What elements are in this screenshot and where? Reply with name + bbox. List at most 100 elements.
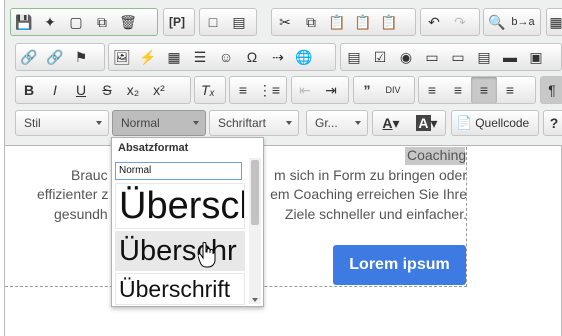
paragraph-line-1-left: Brauc: [71, 167, 108, 183]
chevron-down-icon: [193, 121, 199, 125]
paste-word-icon[interactable]: 📋: [376, 9, 402, 35]
checkbox-icon[interactable]: ☑: [367, 44, 393, 70]
toolbar-row-1: 💾 ✦ ▢ ⧉ 🗑 [P] □ ▤ ✂ ⧉ 📋 📋 📋 ↶ ↷ 🔍 b→a ▦: [5, 8, 562, 38]
align-left-icon[interactable]: ≡: [419, 77, 445, 103]
scroll-down-arrow-icon[interactable]: [252, 298, 258, 302]
paragraph-format-dropdown: Absatzformat Normal Übersch Überschr Übe…: [111, 137, 264, 307]
flash-icon[interactable]: ⚡: [135, 44, 161, 70]
chevron-down-icon: [96, 121, 102, 125]
select-all-icon[interactable]: ▦: [547, 9, 562, 35]
omega-icon[interactable]: Ω: [239, 44, 265, 70]
textfield-icon[interactable]: ▭: [419, 44, 445, 70]
size-combo[interactable]: Gr...: [306, 110, 368, 136]
preview-p-icon[interactable]: [P]: [164, 9, 190, 35]
find-icon[interactable]: 🔍: [484, 9, 510, 35]
lorem-ipsum-button[interactable]: Lorem ipsum: [333, 245, 466, 285]
hidden-field-icon[interactable]: ▣: [523, 44, 549, 70]
italic-icon[interactable]: I: [42, 77, 68, 103]
anchor-flag-icon[interactable]: ⚑: [68, 44, 94, 70]
redo-icon[interactable]: ↷: [447, 9, 473, 35]
basic-style-group: B I U S x₂ x²: [15, 76, 191, 104]
dropdown-scrollbar[interactable]: [249, 158, 261, 304]
find-group: 🔍 b→a: [483, 8, 541, 36]
select-icon[interactable]: ▤: [471, 44, 497, 70]
superscript-icon[interactable]: x²: [146, 77, 172, 103]
numbered-list-icon[interactable]: ≡: [230, 77, 256, 103]
format-option-normal[interactable]: Normal: [115, 162, 242, 180]
copy-page-icon[interactable]: ⧉: [89, 9, 115, 35]
chevron-down-icon: [355, 121, 361, 125]
button-icon[interactable]: ▬: [497, 44, 523, 70]
bulleted-list-icon[interactable]: ⋮≡: [256, 77, 282, 103]
replace-icon[interactable]: b→a: [510, 9, 536, 35]
align-center-icon[interactable]: ≡: [445, 77, 471, 103]
page-break-icon[interactable]: ⇢: [265, 44, 291, 70]
style-combo-label: Stil: [24, 116, 41, 130]
folder-icon[interactable]: ▢: [63, 9, 89, 35]
magic-wand-icon[interactable]: ✦: [37, 9, 63, 35]
cut-icon[interactable]: ✂: [272, 9, 298, 35]
text-color-icon[interactable]: A ▾: [374, 110, 408, 136]
align-right-icon[interactable]: ≡: [471, 77, 497, 103]
format-option-heading-3[interactable]: Überschrift: [115, 273, 245, 305]
insert-group: 🖼 ⚡ ▦ ☰ ☺ Ω ⇢ 🌐: [108, 43, 336, 71]
font-combo[interactable]: Schriftart: [209, 110, 299, 136]
templates-icon[interactable]: ▤: [226, 9, 252, 35]
outdent-icon[interactable]: ⇤: [292, 77, 318, 103]
size-combo-label: Gr...: [315, 116, 338, 130]
history-group: ↶ ↷: [420, 8, 480, 36]
radio-icon[interactable]: ◉: [393, 44, 419, 70]
undo-icon[interactable]: ↶: [421, 9, 447, 35]
bold-icon[interactable]: B: [16, 77, 42, 103]
image-icon[interactable]: 🖼: [109, 44, 135, 70]
save-icon[interactable]: 💾: [11, 9, 37, 35]
horizontal-line-icon[interactable]: ☰: [187, 44, 213, 70]
editor-toolbar: 💾 ✦ ▢ ⧉ 🗑 [P] □ ▤ ✂ ⧉ 📋 📋 📋 ↶ ↷ 🔍 b→a ▦ …: [5, 0, 562, 146]
toolbar-row-3: B I U S x₂ x² Tₓ ≡ ⋮≡ ⇤ ⇥ ” DIV ≡ ≡ ≡ ≡: [5, 76, 562, 106]
help-label: ?: [549, 115, 559, 131]
chevron-down-icon: [286, 121, 292, 125]
textarea-icon[interactable]: ▭: [445, 44, 471, 70]
blockquote-icon[interactable]: ”: [354, 77, 380, 103]
subscript-icon[interactable]: x₂: [120, 77, 146, 103]
scrollbar-thumb[interactable]: [251, 160, 259, 225]
paragraph-line-3-right: Ziele schneller und einfacher.: [284, 206, 467, 222]
clipboard-group: ✂ ⧉ 📋 📋 📋: [271, 8, 416, 36]
paste-icon[interactable]: 📋: [324, 9, 350, 35]
links-group: 🔗 🔗 ⚑: [15, 43, 105, 71]
help-button[interactable]: ?: [543, 110, 562, 136]
paragraph-line-3-left: gesundh: [54, 206, 108, 222]
remove-format-icon[interactable]: Tₓ: [195, 77, 221, 103]
source-button[interactable]: 📄 Quellcode: [451, 110, 539, 136]
content-border-right: [466, 147, 467, 287]
paragraph-line-1-right: m sich in Form zu bringen oder: [274, 167, 467, 183]
lists-group: ≡ ⋮≡: [229, 76, 287, 104]
paste-text-icon[interactable]: 📋: [350, 9, 376, 35]
trash-icon[interactable]: 🗑: [115, 9, 141, 35]
copy-icon[interactable]: ⧉: [298, 9, 324, 35]
format-option-heading-2[interactable]: Überschr: [115, 231, 245, 271]
color-group: A ▾ A ▾: [372, 110, 446, 136]
form-icon[interactable]: ▤: [341, 44, 367, 70]
paragraph-ltr-icon[interactable]: ¶: [541, 77, 562, 103]
iframe-globe-icon[interactable]: 🌐: [291, 44, 317, 70]
dropdown-title: Absatzformat: [118, 142, 189, 154]
preview-group: [P]: [163, 8, 195, 36]
div-icon[interactable]: DIV: [380, 77, 406, 103]
indent-icon[interactable]: ⇥: [318, 77, 344, 103]
link-icon[interactable]: 🔗: [16, 44, 42, 70]
format-option-heading-1[interactable]: Übersch: [115, 183, 245, 229]
bg-color-icon[interactable]: A ▾: [410, 110, 444, 136]
table-icon[interactable]: ▦: [161, 44, 187, 70]
format-list: Normal Übersch Überschr Überschrift: [115, 160, 247, 305]
toolbar-row-4: Stil Normal Schriftart Gr... A ▾ A ▾ 📄 Que…: [5, 107, 562, 141]
strike-icon[interactable]: S: [94, 77, 120, 103]
justify-icon[interactable]: ≡: [497, 77, 523, 103]
unlink-icon[interactable]: 🔗: [42, 44, 68, 70]
style-combo[interactable]: Stil: [15, 110, 109, 136]
new-page-icon[interactable]: □: [200, 9, 226, 35]
smiley-icon[interactable]: ☺: [213, 44, 239, 70]
format-combo[interactable]: Normal: [112, 110, 206, 136]
underline-icon[interactable]: U: [68, 77, 94, 103]
hand-cursor-icon: [198, 242, 216, 268]
